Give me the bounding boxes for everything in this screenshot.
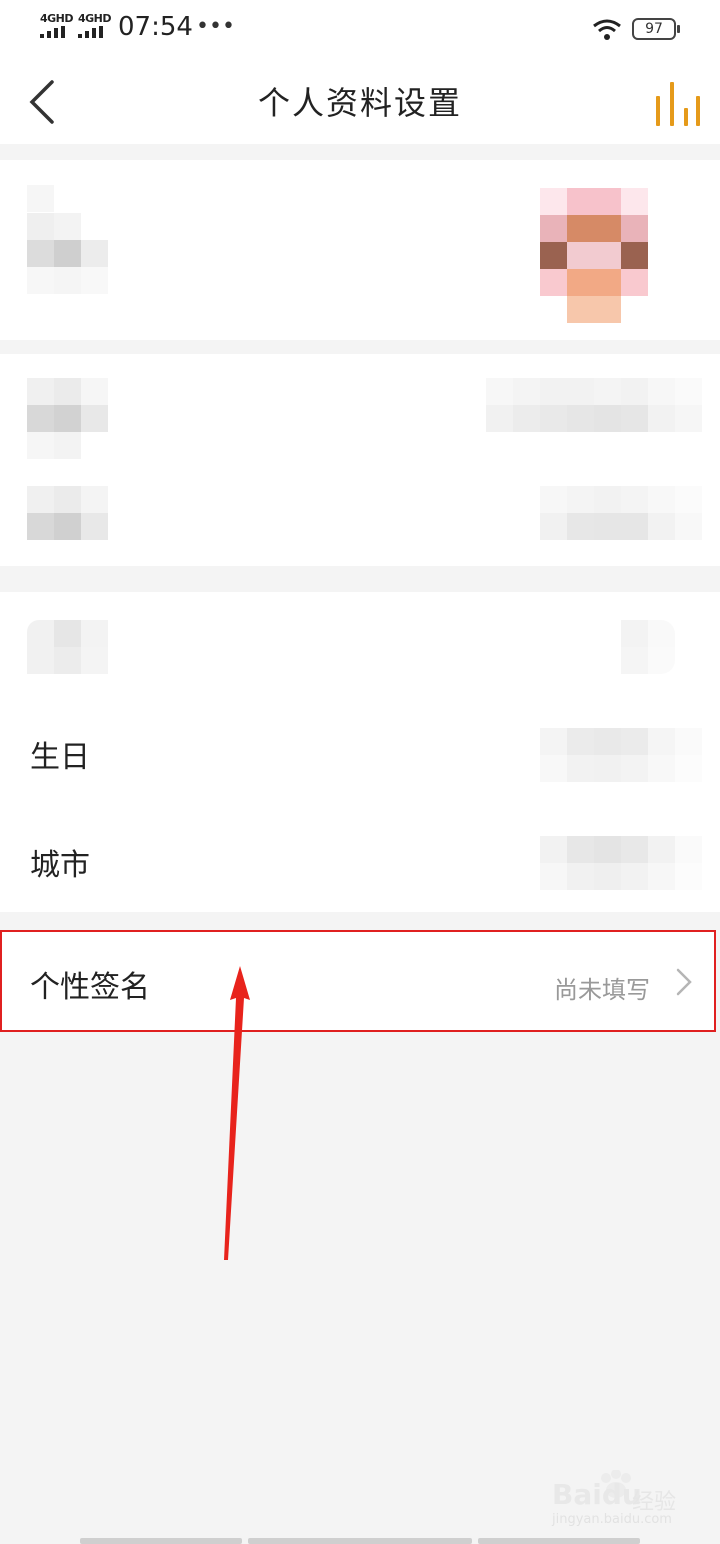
profile-details-section: 生日 城市 <box>0 592 720 912</box>
clock: 07:54 <box>118 12 193 42</box>
battery-icon: 97 <box>632 18 680 40</box>
birthday-label[interactable]: 生日 <box>30 732 90 776</box>
account-section <box>0 354 720 566</box>
gesture-bar-right <box>478 1538 640 1544</box>
chevron-right-icon <box>676 968 692 996</box>
signal-icon: 4GHD <box>40 12 74 40</box>
annotation-arrow-icon <box>224 966 250 1260</box>
gesture-bar-center <box>248 1538 472 1544</box>
more-notifications-icon: ••• <box>196 14 235 39</box>
page-title: 个人资料设置 <box>257 84 462 122</box>
signature-label: 个性签名 <box>30 970 150 1005</box>
watermark-url: jingyan.baidu.com <box>552 1512 672 1527</box>
sim1-label: 4GHD <box>40 12 74 25</box>
sim2-label: 4GHD <box>78 12 112 25</box>
stats-icon[interactable] <box>652 76 700 126</box>
wifi-icon <box>593 19 621 40</box>
avatar-section[interactable] <box>0 160 720 340</box>
signature-row[interactable]: 个性签名 尚未填写 <box>0 930 716 1032</box>
gesture-bar-left <box>80 1538 242 1544</box>
watermark-brand: Baidu <box>552 1478 642 1511</box>
signal-icon-2: 4GHD <box>78 12 112 40</box>
status-bar: 4GHD 4GHD 07:54 ••• 97 <box>0 0 720 60</box>
top-nav-bar: 个人资料设置 <box>0 60 720 144</box>
city-label[interactable]: 城市 <box>30 840 90 884</box>
signature-value: 尚未填写 <box>554 976 650 1004</box>
